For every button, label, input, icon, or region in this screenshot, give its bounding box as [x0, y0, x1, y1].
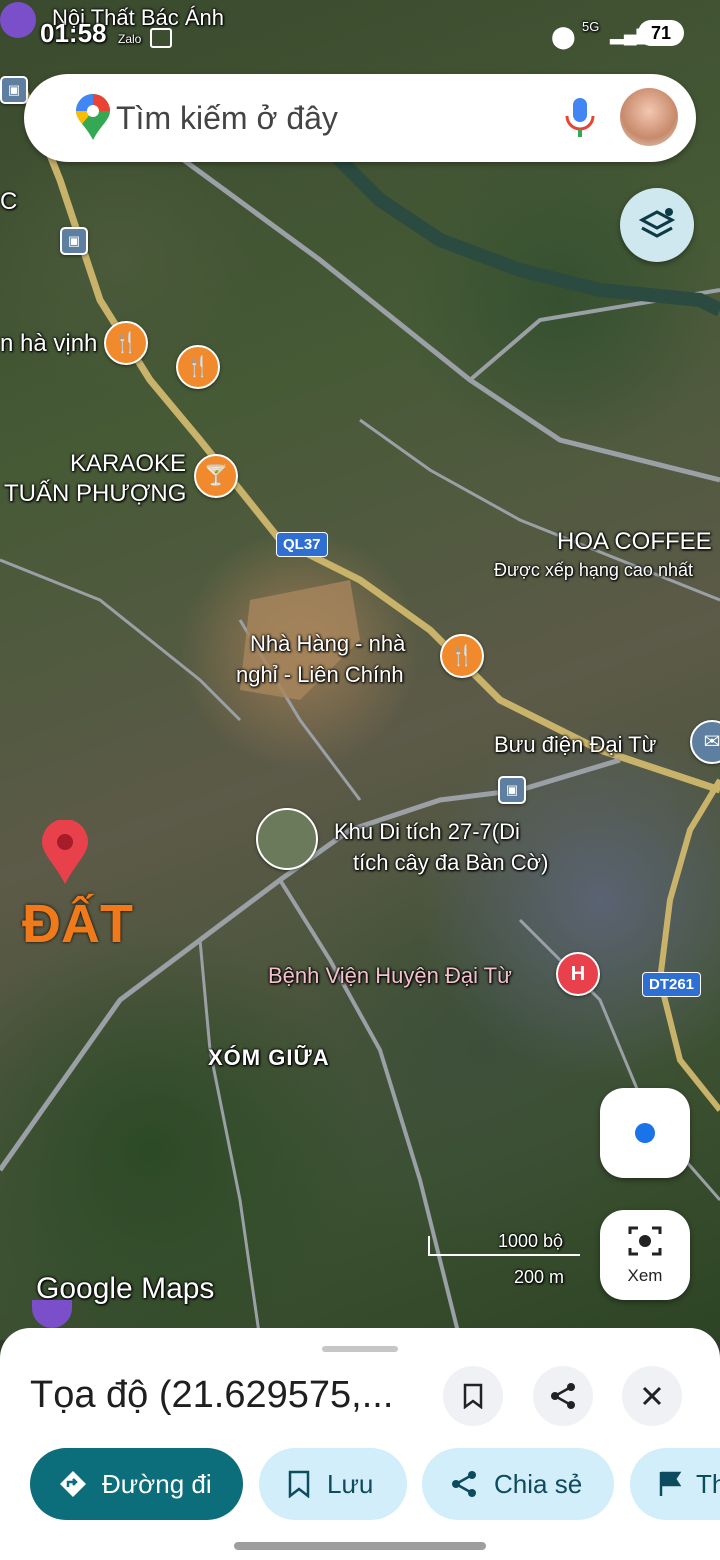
route-shield-ql37: QL37 [276, 532, 328, 557]
map-label-hoa-coffee[interactable]: HOA COFFEE [557, 528, 712, 555]
google-maps-pin-icon [76, 94, 110, 140]
share-icon [551, 1383, 575, 1409]
bus-stop-icon[interactable]: ▣ [60, 227, 88, 255]
home-gesture-bar[interactable] [234, 1542, 486, 1550]
annotation-dat: ĐẤT [22, 894, 133, 954]
bus-stop-icon[interactable]: ▣ [0, 76, 28, 104]
location-icon: ⬤ [551, 24, 576, 49]
share-button[interactable]: Chia sẻ [422, 1448, 614, 1520]
mic-icon[interactable] [564, 98, 596, 140]
bookmark-icon [463, 1383, 483, 1409]
zalo-icon: Zalo [118, 32, 142, 46]
share-icon-button[interactable] [533, 1366, 593, 1426]
avatar[interactable] [620, 88, 678, 146]
bookmark-icon [288, 1470, 310, 1498]
map-label-nha-hang[interactable]: Nhà Hàng - nhà [250, 630, 405, 657]
map-label-buu-dien[interactable]: Bưu điện Đại Từ [494, 731, 656, 758]
status-bar: Nội Thất Bác Ánh 01:58 Zalo ⬤ 5G ▂▄▆ 71 [0, 0, 720, 56]
search-bar[interactable]: Tìm kiếm ở đây [24, 74, 696, 162]
restaurant-icon[interactable]: 🍴 [440, 634, 484, 678]
lens-label: Xem [627, 1266, 663, 1285]
restaurant-icon[interactable]: 🍴 [104, 321, 148, 365]
my-location-button[interactable] [600, 1088, 690, 1178]
location-dot-icon [635, 1123, 655, 1143]
map-label-hoa-coffee-rating: Được xếp hạng cao nhất [494, 560, 693, 580]
share-icon [452, 1471, 476, 1497]
map-label-nha-nghi[interactable]: nghỉ - Liên Chính [236, 661, 404, 688]
drag-handle[interactable] [322, 1346, 398, 1352]
lens-button[interactable]: Xem [600, 1210, 690, 1300]
place-title: Tọa độ (21.629575,... [30, 1374, 394, 1416]
flag-icon [659, 1471, 682, 1496]
map-label-benh-vien[interactable]: Bệnh Viện Huyện Đại Từ [268, 962, 512, 989]
layers-icon [638, 208, 676, 238]
route-shield-dt261: DT261 [642, 972, 702, 997]
save-button[interactable]: Lưu [259, 1448, 407, 1520]
more-label: Th [696, 1468, 720, 1499]
battery-indicator: 71 [638, 20, 684, 46]
directions-icon [60, 1471, 86, 1497]
map-label-khu-di-tich[interactable]: Khu Di tích 27-7(Di [334, 818, 520, 845]
share-label: Chia sẻ [494, 1468, 583, 1499]
map-label-karaoke[interactable]: KARAOKE [70, 450, 186, 477]
map-label-karaoke-name[interactable]: TUẤN PHƯỢNG [4, 480, 186, 507]
landmark-photo-marker[interactable] [256, 808, 318, 870]
close-button[interactable] [622, 1366, 682, 1426]
map-label-cay-da[interactable]: tích cây đa Bàn Cờ) [353, 849, 548, 876]
gallery-icon [150, 28, 172, 48]
bus-stop-icon[interactable]: ▣ [498, 776, 526, 804]
directions-label: Đường đi [102, 1468, 212, 1499]
map-label-ha-vinh[interactable]: n hà vịnh [0, 330, 97, 357]
layers-button[interactable] [620, 188, 694, 262]
close-icon [642, 1386, 662, 1406]
place-marker-icon [0, 2, 36, 38]
bottom-sheet[interactable] [0, 1328, 720, 1560]
scale-meters-label: 200 m [514, 1267, 565, 1287]
bar-icon[interactable]: 🍸 [194, 454, 238, 498]
save-icon-button[interactable] [443, 1366, 503, 1426]
search-input[interactable]: Tìm kiếm ở đây [116, 100, 338, 137]
status-time: 01:58 [40, 18, 107, 48]
more-button[interactable]: Th [630, 1448, 720, 1520]
hospital-icon[interactable]: H [556, 952, 600, 996]
dropped-pin-icon[interactable] [40, 820, 90, 886]
network-label: 5G [582, 19, 600, 34]
camera-lens-icon [628, 1226, 662, 1256]
save-label: Lưu [327, 1468, 374, 1499]
restaurant-icon[interactable]: 🍴 [176, 345, 220, 389]
map-label-c: C [0, 188, 18, 215]
map-label-xom-giua: XÓM GIỮA [208, 1045, 330, 1070]
directions-button[interactable]: Đường đi [30, 1448, 243, 1520]
scale-feet-label: 1000 bộ [498, 1231, 564, 1251]
